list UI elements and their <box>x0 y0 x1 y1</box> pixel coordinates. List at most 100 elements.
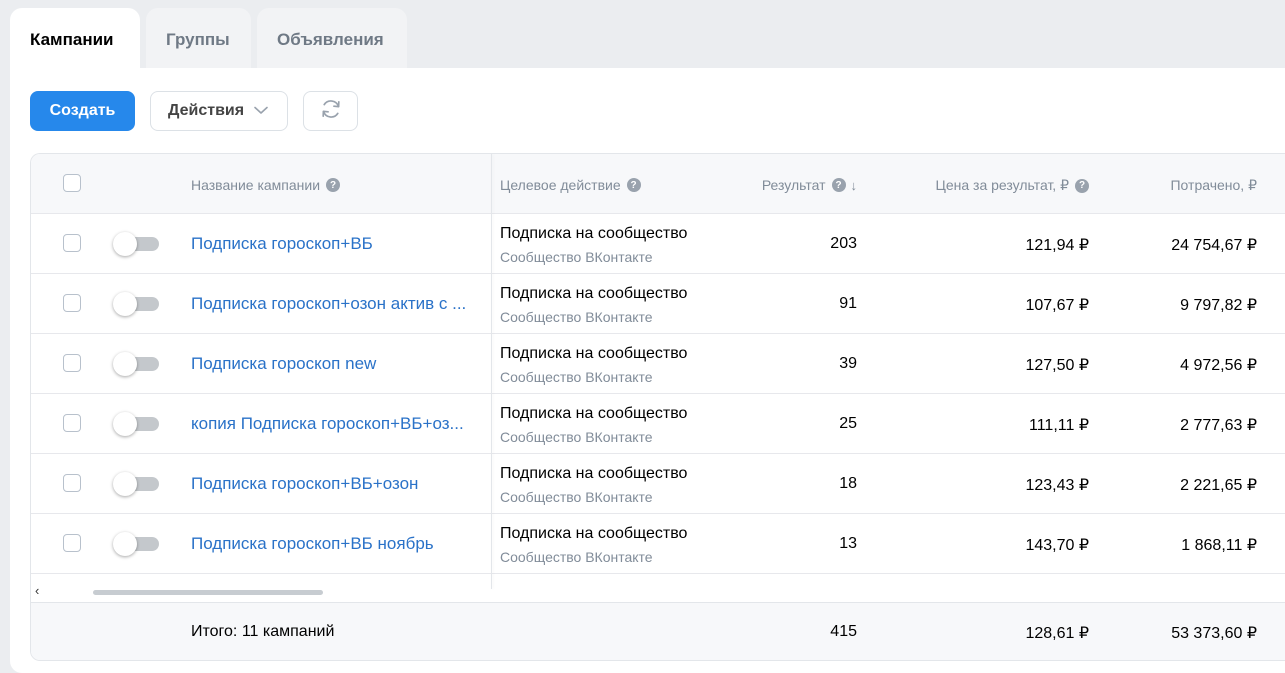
campaign-name-link[interactable]: Подписка гороскоп+ВБ ноябрь <box>191 534 483 554</box>
arrow-down-icon: ↓ <box>850 177 858 193</box>
column-target-label: Целевое действие <box>500 177 621 193</box>
spent-value: 24 754,67 ₽ <box>1171 237 1257 254</box>
target-action: Подписка на сообщество Сообщество ВКонта… <box>500 284 687 327</box>
row-checkbox[interactable] <box>63 534 81 552</box>
campaign-toggle[interactable] <box>113 532 159 556</box>
price-value: 111,11 ₽ <box>1029 417 1089 434</box>
toggle-knob <box>113 472 137 496</box>
target-action: Подписка на сообщество Сообщество ВКонта… <box>500 344 687 387</box>
refresh-button[interactable] <box>303 91 358 131</box>
toggle-knob <box>113 232 137 256</box>
toggle-knob <box>113 532 137 556</box>
column-price-label: Цена за результат, ₽ <box>935 177 1069 193</box>
refresh-icon <box>319 97 343 126</box>
total-label: Итого: 11 кампаний <box>191 623 335 640</box>
campaign-toggle[interactable] <box>113 352 159 376</box>
target-action: Подписка на сообщество Сообщество ВКонта… <box>500 224 687 267</box>
spent-value: 2 777,63 ₽ <box>1180 417 1257 434</box>
column-header-target[interactable]: Целевое действие ? <box>500 177 641 193</box>
column-name-label: Название кампании <box>191 177 321 193</box>
toolbar: Создать Действия <box>30 91 358 131</box>
target-action-main: Подписка на сообщество <box>500 405 688 422</box>
campaigns-panel: Создать Действия Название кампании ? Цел… <box>10 68 1285 673</box>
frozen-column-divider <box>491 154 492 589</box>
result-value: 25 <box>839 415 857 432</box>
campaigns-table: Название кампании ? Целевое действие ? Р… <box>30 153 1285 661</box>
price-value: 107,67 ₽ <box>1025 297 1089 314</box>
question-circle-icon[interactable]: ? <box>831 178 846 192</box>
campaign-toggle[interactable] <box>113 412 159 436</box>
question-circle-icon[interactable]: ? <box>626 178 641 192</box>
row-checkbox[interactable] <box>63 294 81 312</box>
tab-campaigns[interactable]: Кампании <box>10 8 140 68</box>
column-header-result[interactable]: Результат ? ↓ <box>731 177 857 193</box>
spent-value: 2 221,65 ₽ <box>1180 477 1257 494</box>
select-all-checkbox[interactable] <box>63 174 81 192</box>
price-value: 123,43 ₽ <box>1025 477 1089 494</box>
campaign-name-link[interactable]: копия Подписка гороскоп+ВБ+оз... <box>191 414 483 434</box>
actions-label: Действия <box>168 102 245 119</box>
price-value: 143,70 ₽ <box>1025 537 1089 554</box>
target-action-main: Подписка на сообщество <box>500 225 688 242</box>
table-row: Подписка гороскоп+ВБ Подписка на сообщес… <box>31 214 1285 274</box>
target-action-main: Подписка на сообщество <box>500 465 688 482</box>
question-circle-icon[interactable]: ? <box>326 178 341 192</box>
column-spent-label: Потрачено, ₽ <box>1170 177 1257 193</box>
toggle-knob <box>113 352 137 376</box>
horizontal-scrollbar[interactable]: ‹ <box>31 579 1285 601</box>
row-checkbox[interactable] <box>63 474 81 492</box>
result-value: 203 <box>830 235 857 252</box>
column-header-name[interactable]: Название кампании ? <box>191 177 341 193</box>
tab-ads[interactable]: Объявления <box>257 8 407 68</box>
result-value: 91 <box>839 295 857 312</box>
spent-value: 4 972,56 ₽ <box>1180 357 1257 374</box>
table-footer-totals: Итого: 11 кампаний 415 128,61 ₽ 53 373,6… <box>31 602 1285 660</box>
table-row: Подписка гороскоп+озон актив с ... Подпи… <box>31 274 1285 334</box>
target-action: Подписка на сообщество Сообщество ВКонта… <box>500 404 687 447</box>
table-row: Подписка гороскоп new Подписка на сообще… <box>31 334 1285 394</box>
target-action-main: Подписка на сообщество <box>500 525 688 542</box>
result-value: 13 <box>839 535 857 552</box>
row-checkbox[interactable] <box>63 414 81 432</box>
target-action-sub: Сообщество ВКонтакте <box>500 309 653 325</box>
total-price: 128,61 ₽ <box>1025 625 1089 642</box>
table-row: Подписка гороскоп+ВБ+озон Подписка на со… <box>31 454 1285 514</box>
column-header-price[interactable]: Цена за результат, ₽ ? <box>901 177 1089 194</box>
toggle-knob <box>113 292 137 316</box>
create-button[interactable]: Создать <box>30 91 135 131</box>
campaign-toggle[interactable] <box>113 472 159 496</box>
campaign-toggle[interactable] <box>113 292 159 316</box>
target-action-sub: Сообщество ВКонтакте <box>500 249 653 265</box>
campaign-name-link[interactable]: Подписка гороскоп new <box>191 354 483 374</box>
result-value: 39 <box>839 355 857 372</box>
price-value: 127,50 ₽ <box>1025 357 1089 374</box>
table-header: Название кампании ? Целевое действие ? Р… <box>31 154 1285 214</box>
campaign-name-link[interactable]: Подписка гороскоп+ВБ <box>191 234 483 254</box>
target-action-sub: Сообщество ВКонтакте <box>500 489 653 505</box>
table-row: копия Подписка гороскоп+ВБ+оз... Подписк… <box>31 394 1285 454</box>
target-action-sub: Сообщество ВКонтакте <box>500 549 653 565</box>
target-action-sub: Сообщество ВКонтакте <box>500 369 653 385</box>
target-action-main: Подписка на сообщество <box>500 345 688 362</box>
column-result-label: Результат <box>761 177 826 193</box>
chevron-left-icon[interactable]: ‹ <box>35 583 39 598</box>
table-row: Подписка гороскоп+ВБ ноябрь Подписка на … <box>31 514 1285 574</box>
scrollbar-thumb[interactable] <box>93 590 323 595</box>
row-checkbox[interactable] <box>63 354 81 372</box>
result-value: 18 <box>839 475 857 492</box>
total-spent: 53 373,60 ₽ <box>1171 625 1257 642</box>
tab-bar: Кампании Группы Объявления <box>10 8 407 68</box>
price-value: 121,94 ₽ <box>1025 237 1089 254</box>
actions-dropdown[interactable]: Действия <box>150 91 288 131</box>
chevron-down-icon <box>254 102 268 120</box>
spent-value: 9 797,82 ₽ <box>1180 297 1257 314</box>
target-action: Подписка на сообщество Сообщество ВКонта… <box>500 524 687 567</box>
spent-value: 1 868,11 ₽ <box>1181 537 1257 554</box>
campaign-name-link[interactable]: Подписка гороскоп+ВБ+озон <box>191 474 483 494</box>
column-header-spent[interactable]: Потрачено, ₽ <box>1131 177 1257 194</box>
question-circle-icon[interactable]: ? <box>1075 178 1089 193</box>
campaign-name-link[interactable]: Подписка гороскоп+озон актив с ... <box>191 294 483 314</box>
row-checkbox[interactable] <box>63 234 81 252</box>
campaign-toggle[interactable] <box>113 232 159 256</box>
tab-groups[interactable]: Группы <box>146 8 251 68</box>
